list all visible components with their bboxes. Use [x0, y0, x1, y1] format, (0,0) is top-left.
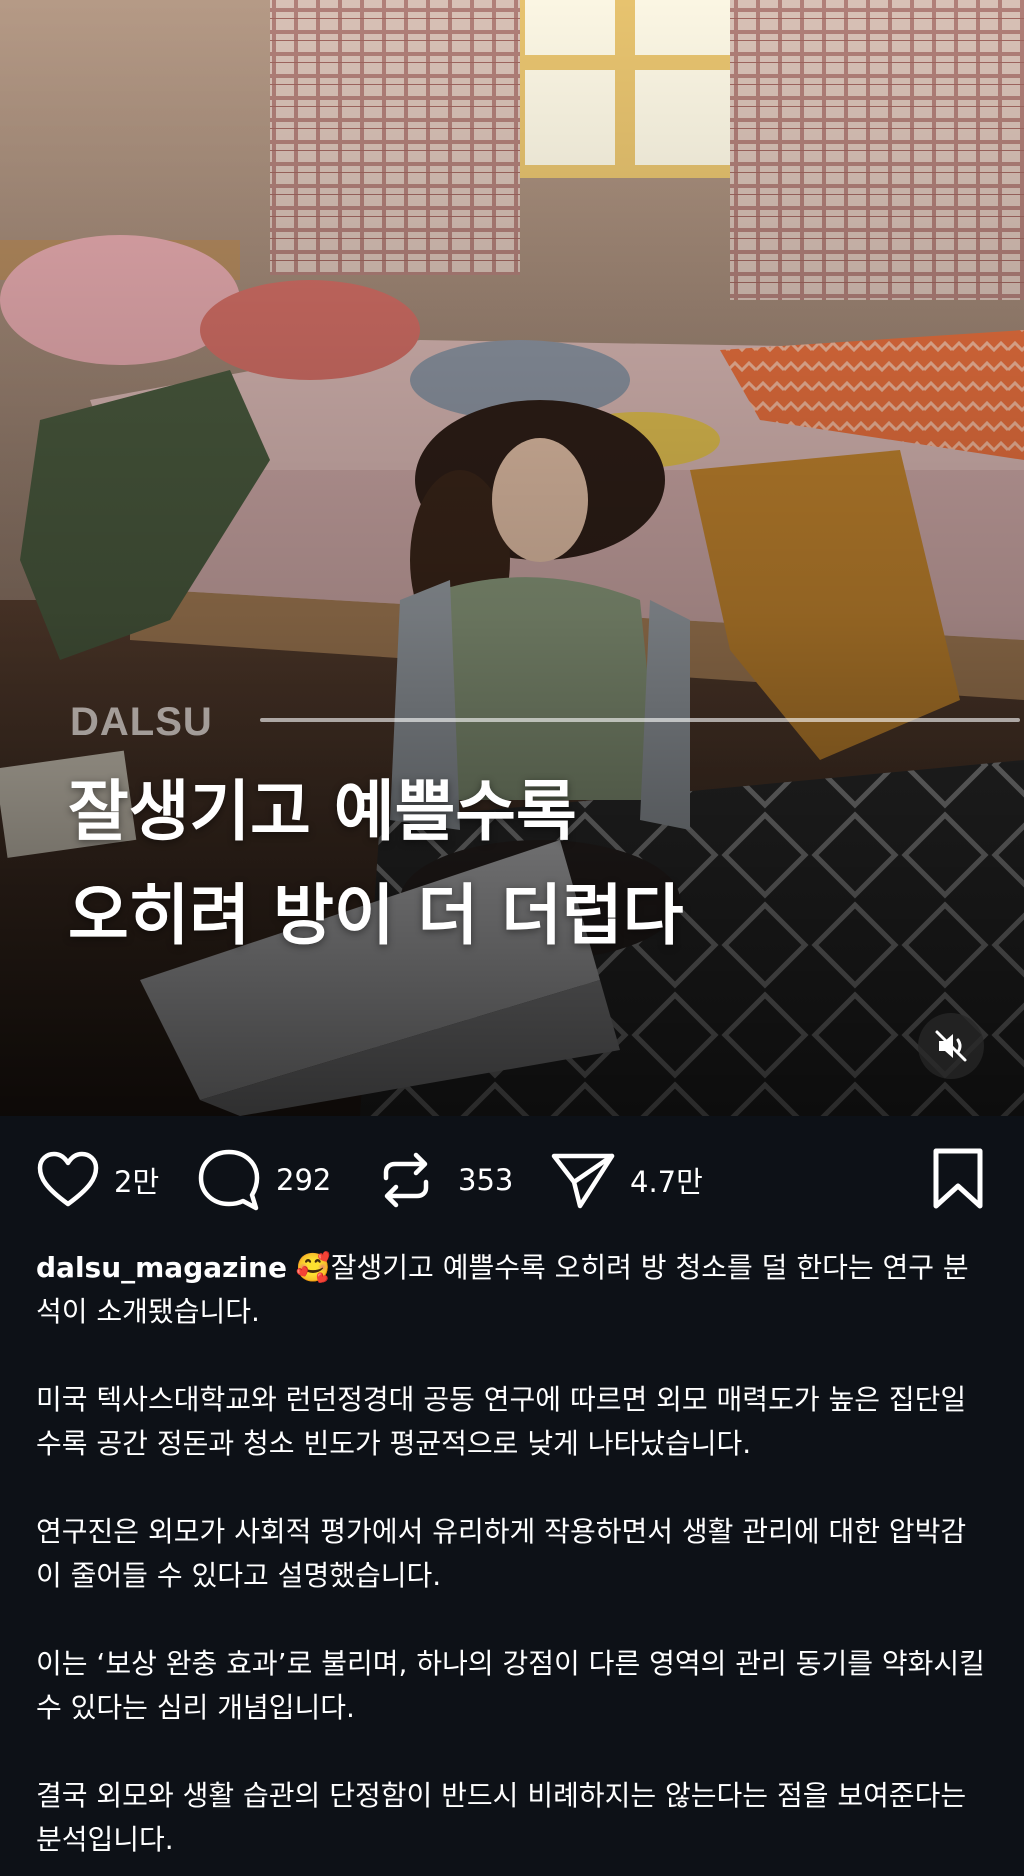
post-caption: dalsu_magazine 🥰잘생기고 예쁠수록 오히려 방 청소를 덜 한다… [36, 1246, 986, 1876]
post-media[interactable]: DALSU 잘생기고 예쁠수록 오히려 방이 더 더럽다 [0, 0, 1024, 1116]
share-button[interactable]: 4.7만 [550, 1148, 703, 1212]
caption-paragraph: 결국 외모와 생활 습관의 단정함이 반드시 비례하지는 않는다는 점을 보여준… [36, 1779, 967, 1856]
caption-paragraph: 이는 ‘보상 완충 효과’로 불리며, 하나의 강점이 다른 영역의 관리 동기… [36, 1647, 985, 1724]
repost-button[interactable]: 353 [374, 1148, 513, 1212]
save-button[interactable] [928, 1146, 988, 1212]
headline-line: 잘생기고 예쁠수록 [68, 773, 577, 850]
post-headline: 잘생기고 예쁠수록 오히려 방이 더 더럽다 [68, 760, 968, 968]
share-count: 4.7만 [630, 1165, 703, 1199]
author-username[interactable]: dalsu_magazine [36, 1251, 287, 1284]
caption-paragraph: 연구진은 외모가 사회적 평가에서 유리하게 작용하면서 생활 관리에 대한 압… [36, 1515, 967, 1592]
speaker-muted-icon [935, 1030, 967, 1062]
send-paper-plane-icon [551, 1153, 615, 1209]
headline-line: 오히려 방이 더 더럽다 [68, 877, 684, 954]
caption-paragraph: 미국 텍사스대학교와 런던정경대 공동 연구에 따르면 외모 매력도가 높은 집… [36, 1383, 967, 1460]
caption-paragraph: dalsu_magazine 🥰잘생기고 예쁠수록 오히려 방 청소를 덜 한다… [36, 1246, 986, 1334]
like-count: 2만 [114, 1165, 160, 1199]
mute-button[interactable] [918, 1013, 984, 1079]
comment-count: 292 [276, 1163, 332, 1197]
like-button[interactable]: 2만 [36, 1148, 159, 1212]
repost-count: 353 [458, 1163, 514, 1197]
comment-bubble-icon [198, 1149, 260, 1211]
brand-divider-line [260, 718, 1020, 722]
repost-arrows-icon [383, 1152, 429, 1208]
heart-icon [37, 1151, 99, 1207]
brand-overlay: DALSU [70, 700, 1020, 748]
post-screen: DALSU 잘생기고 예쁠수록 오히려 방이 더 더럽다 2만 292 353 … [0, 0, 1024, 1876]
brand-logo-text: DALSU [70, 700, 213, 744]
bookmark-icon [933, 1148, 983, 1209]
comment-button[interactable]: 292 [196, 1148, 331, 1212]
action-bar: 2만 292 353 4.7만 [0, 1116, 1024, 1246]
smiling-hearts-emoji: 🥰 [295, 1251, 331, 1284]
